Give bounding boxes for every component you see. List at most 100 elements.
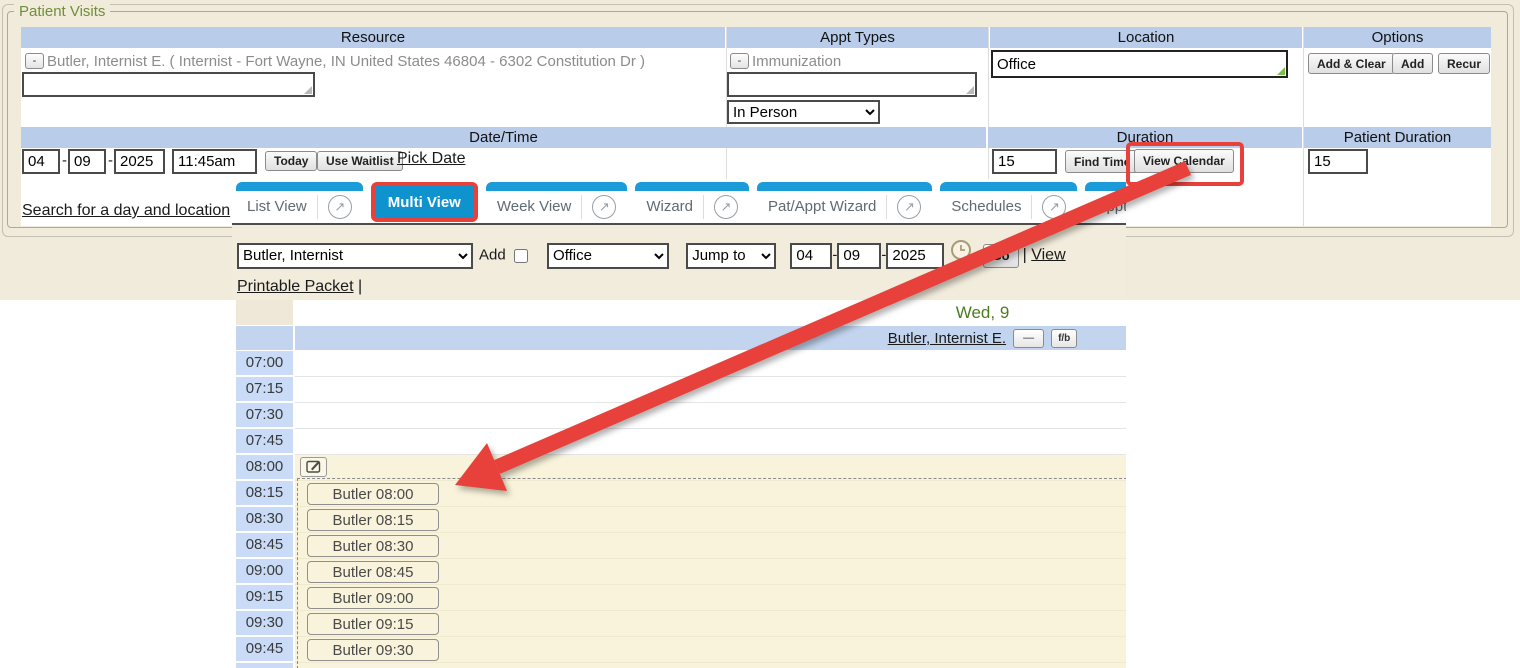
add-checkbox[interactable] (514, 249, 528, 263)
calendar-row: 08:45Butler 08:30 (232, 533, 1126, 559)
view-tab-bar: List View ↗ Multi View Week View ↗ Wizar… (236, 182, 1126, 222)
location-input[interactable] (991, 50, 1288, 78)
header-location: Location (990, 27, 1302, 48)
calendar-row: 09:15 Butler 09:00 (232, 585, 1126, 611)
calendar-slot-cell[interactable]: Butler 08:45 (295, 559, 1126, 585)
use-waitlist-button[interactable]: Use Waitlist (317, 151, 403, 171)
calendar-row: 08:15Butler 08:00 (232, 481, 1126, 507)
gutter-filler (236, 663, 293, 668)
calendar-row: 09:30Butler 09:15 (232, 611, 1126, 637)
calendar-slot-cell[interactable] (295, 429, 1126, 455)
resource-selected-text: Butler, Internist E. ( Internist - Fort … (47, 53, 645, 70)
jump-to-select[interactable]: Jump to (686, 243, 776, 269)
resource-collapse-button[interactable]: - (25, 53, 44, 69)
visit-mode-select[interactable]: In Person (727, 100, 880, 124)
collapse-column-button[interactable]: — (1013, 329, 1044, 348)
calendar-slot-cell[interactable]: Butler 09:00 (295, 585, 1126, 611)
add-clear-button[interactable]: Add & Clear (1308, 53, 1395, 74)
appt-type-selected-text: Immunization (752, 53, 841, 70)
clock-icon[interactable] (950, 239, 972, 272)
open-new-icon[interactable]: ↗ (1031, 195, 1066, 219)
calendar-slot-cell[interactable] (295, 377, 1126, 403)
tab-list-view[interactable]: List View ↗ (236, 182, 363, 222)
tab-multi-view[interactable]: Multi View (371, 182, 478, 222)
day-input[interactable] (68, 149, 106, 174)
calendar-slot-cell[interactable] (295, 351, 1126, 377)
recur-button[interactable]: Recur (1438, 53, 1490, 74)
time-slot-label: 09:15 (236, 585, 293, 609)
time-slot-label: 07:15 (236, 377, 293, 401)
tab-schedules[interactable]: Schedules ↗ (940, 182, 1077, 222)
appointment-button[interactable]: Butler 09:15 (307, 613, 439, 635)
calendar-slot-cell[interactable]: Butler 09:30 (295, 637, 1126, 663)
day-header: Wed, 9 (295, 300, 1126, 325)
appointment-button[interactable]: Butler 08:30 (307, 535, 439, 557)
resource-name-link[interactable]: Butler, Internist E. (888, 330, 1006, 347)
time-input[interactable] (172, 149, 257, 174)
resource-search-input[interactable] (22, 72, 315, 97)
tab-appt-types[interactable]: Appt Types ↗ (1085, 182, 1126, 222)
appt-types-input-wrap (727, 72, 977, 97)
duration-input[interactable] (992, 149, 1057, 174)
add-button[interactable]: Add (1392, 53, 1433, 74)
today-button[interactable]: Today (265, 151, 317, 171)
appointment-button[interactable]: Butler 08:15 (307, 509, 439, 531)
time-slot-label: 08:30 (236, 507, 293, 531)
calendar-slot-cell[interactable]: Butler 08:00 (295, 481, 1126, 507)
calendar-month-input[interactable] (790, 243, 832, 269)
header-patient-duration: Patient Duration (1304, 127, 1491, 148)
open-new-icon[interactable]: ↗ (703, 195, 738, 219)
date-separator: - (108, 152, 113, 169)
appointment-button[interactable]: Butler 08:45 (307, 561, 439, 583)
appointment-button[interactable]: Butler 09:30 (307, 639, 439, 661)
pipe-text: | (1023, 246, 1032, 263)
month-input[interactable] (22, 149, 60, 174)
calendar-slot-cell[interactable] (295, 403, 1126, 429)
tab-week-view[interactable]: Week View ↗ (486, 182, 627, 222)
calendar-row: 09:00Butler 08:45 (232, 559, 1126, 585)
header-options: Options (1304, 27, 1491, 48)
tab-label: Week View (497, 198, 571, 215)
calendar-slot-cell[interactable]: Butler 08:15 (295, 507, 1126, 533)
resource-header-row: Butler, Internist E. — f/b (295, 326, 1126, 350)
fb-button[interactable]: f/b (1051, 329, 1077, 348)
cell-filler (295, 663, 1126, 668)
calendar-corner-cell (236, 300, 293, 325)
header-datetime: Date/Time (21, 127, 986, 148)
appointment-button[interactable]: Butler 08:00 (307, 483, 439, 505)
time-slot-label: 08:00 (236, 455, 293, 479)
go-button[interactable]: Go (983, 244, 1019, 268)
pipe-text: | (354, 278, 363, 295)
open-new-icon[interactable]: ↗ (317, 195, 352, 219)
open-new-icon[interactable]: ↗ (581, 195, 616, 219)
calendar-row: 09:45Butler 09:30 (232, 637, 1126, 663)
open-new-icon[interactable]: ↗ (886, 195, 921, 219)
calendar-rows: 07:0007:1507:3007:4508:0008:15Butler 08:… (232, 351, 1126, 668)
edit-slot-icon[interactable] (300, 457, 327, 477)
location-select[interactable]: Office (547, 243, 669, 269)
appointment-button[interactable]: Butler 09:00 (307, 587, 439, 609)
view-calendar-highlight (1126, 142, 1244, 186)
calendar-slot-cell[interactable]: Butler 08:30 (295, 533, 1126, 559)
calendar-slot-cell[interactable]: Butler 09:15 (295, 611, 1126, 637)
appt-types-collapse-button[interactable]: - (730, 53, 749, 69)
header-appt-types: Appt Types (727, 27, 988, 48)
add-checkbox-label: Add (479, 246, 506, 263)
tab-label: Pat/Appt Wizard (768, 198, 876, 215)
provider-select[interactable]: Butler, Internist (237, 243, 473, 269)
date-separator: - (62, 152, 67, 169)
appt-types-search-input[interactable] (727, 72, 977, 97)
calendar-year-input[interactable] (886, 243, 944, 269)
tab-pat-appt-wizard[interactable]: Pat/Appt Wizard ↗ (757, 182, 932, 222)
calendar-slot-cell[interactable] (295, 455, 1126, 481)
location-input-wrap (991, 50, 1288, 78)
search-day-location-link[interactable]: Search for a day and location (22, 202, 230, 220)
patient-duration-input[interactable] (1308, 149, 1368, 174)
year-input[interactable] (114, 149, 165, 174)
calendar-row: 07:45 (232, 429, 1126, 455)
tab-wizard[interactable]: Wizard ↗ (635, 182, 749, 222)
pick-date-link[interactable]: Pick Date (397, 150, 465, 168)
time-slot-label: 07:45 (236, 429, 293, 453)
calendar-day-input[interactable] (837, 243, 881, 269)
tab-label: List View (247, 198, 307, 215)
